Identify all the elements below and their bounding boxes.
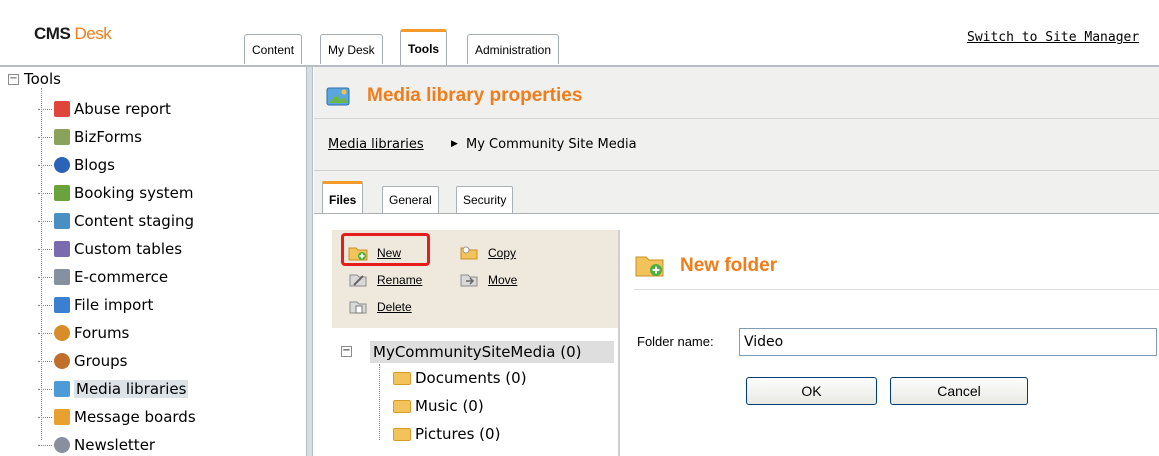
tab-general[interactable]: General bbox=[382, 186, 439, 213]
folder-name-label: Folder name: bbox=[637, 334, 714, 349]
folder-icon bbox=[393, 399, 411, 413]
sidebar-item-booking-system[interactable]: Booking system bbox=[38, 182, 194, 204]
folder-label: Pictures (0) bbox=[415, 425, 501, 443]
sidebar-item-abuse-report[interactable]: Abuse report bbox=[38, 98, 171, 120]
title-divider bbox=[634, 289, 1159, 290]
copy-label: Copy bbox=[488, 246, 517, 260]
folder-label: Documents (0) bbox=[415, 369, 527, 387]
booking-system-icon bbox=[54, 185, 70, 201]
delete-label: Delete bbox=[377, 300, 412, 314]
abuse-report-icon bbox=[54, 101, 70, 117]
sidebar-item-label: Media libraries bbox=[74, 380, 189, 398]
tree-folder-documents[interactable]: Documents (0) bbox=[393, 369, 527, 387]
tree-connector bbox=[41, 88, 42, 440]
message-boards-icon bbox=[54, 409, 70, 425]
folder-label: Music (0) bbox=[415, 397, 484, 415]
tree-folder-pictures[interactable]: Pictures (0) bbox=[393, 425, 500, 443]
rename-label: Rename bbox=[377, 273, 423, 287]
tab-content[interactable]: Content bbox=[244, 34, 303, 64]
copy-icon bbox=[460, 246, 478, 260]
folder-icon bbox=[393, 427, 411, 441]
bizforms-icon bbox=[54, 129, 70, 145]
forums-icon bbox=[54, 325, 70, 341]
tab-my-desk[interactable]: My Desk bbox=[320, 34, 383, 64]
sidebar-item-label: Custom tables bbox=[74, 240, 183, 258]
rename-icon bbox=[349, 274, 367, 287]
switch-to-site-manager-link[interactable]: Switch to Site Manager bbox=[967, 30, 1139, 45]
sidebar-item-custom-tables[interactable]: Custom tables bbox=[38, 238, 183, 260]
sidebar-item-label: Newsletter bbox=[74, 436, 156, 454]
sidebar-item-label: Forums bbox=[74, 324, 130, 342]
groups-icon bbox=[54, 353, 70, 369]
delete-icon bbox=[349, 301, 367, 314]
new-button-highlight bbox=[341, 233, 430, 266]
sidebar-item-blogs[interactable]: Blogs bbox=[38, 154, 115, 176]
rename-button[interactable]: Rename bbox=[348, 271, 422, 289]
breadcrumb bbox=[314, 119, 1159, 171]
collapse-toggle-icon[interactable]: − bbox=[8, 74, 19, 85]
ecommerce-icon bbox=[54, 269, 70, 285]
tree-connector bbox=[379, 364, 380, 440]
sidebar-item-newsletter[interactable]: Newsletter bbox=[38, 434, 156, 456]
sidebar-item-forums[interactable]: Forums bbox=[38, 322, 130, 344]
tab-administration[interactable]: Administration bbox=[467, 34, 560, 64]
folder-name-input[interactable] bbox=[739, 328, 1157, 356]
sidebar-item-content-staging[interactable]: Content staging bbox=[38, 210, 195, 232]
blogs-icon bbox=[54, 157, 70, 173]
tab-security[interactable]: Security bbox=[456, 186, 514, 213]
tree-root-library[interactable]: MyCommunitySiteMedia (0) bbox=[370, 341, 614, 363]
newsletter-icon bbox=[54, 437, 70, 453]
new-folder-title: New folder bbox=[680, 255, 778, 276]
pane-splitter[interactable] bbox=[306, 67, 313, 456]
sidebar-item-label: Message boards bbox=[74, 408, 196, 426]
media-libraries-icon bbox=[54, 381, 70, 397]
sidebar-item-label: BizForms bbox=[74, 128, 142, 146]
sidebar-item-label: File import bbox=[74, 296, 154, 314]
new-folder-icon bbox=[635, 256, 664, 277]
tab-strip bbox=[314, 171, 1159, 213]
breadcrumb-current: My Community Site Media bbox=[466, 137, 637, 152]
collapse-toggle-icon[interactable]: − bbox=[341, 346, 352, 357]
sidebar-item-label: E-commerce bbox=[74, 268, 169, 286]
sidebar-item-groups[interactable]: Groups bbox=[38, 350, 128, 372]
folder-icon bbox=[393, 371, 411, 385]
page-title: Media library properties bbox=[367, 85, 583, 106]
tree-root-label: MyCommunitySiteMedia (0) bbox=[373, 343, 582, 361]
file-import-icon bbox=[54, 297, 70, 313]
content-staging-icon bbox=[54, 213, 70, 229]
move-icon bbox=[460, 274, 478, 287]
sidebar-item-ecommerce[interactable]: E-commerce bbox=[38, 266, 169, 288]
logo-text-cms: CMS bbox=[34, 24, 71, 43]
breadcrumb-arrow-icon: ▶ bbox=[451, 139, 458, 149]
app-logo: CMS Desk bbox=[34, 24, 112, 44]
sidebar-item-file-import[interactable]: File import bbox=[38, 294, 154, 316]
sidebar-item-label: Abuse report bbox=[74, 100, 171, 118]
copy-button[interactable]: Copy bbox=[459, 244, 516, 262]
tab-files[interactable]: Files bbox=[322, 181, 364, 214]
custom-tables-icon bbox=[54, 241, 70, 257]
cancel-button[interactable]: Cancel bbox=[890, 377, 1028, 405]
breadcrumb-link-media-libraries[interactable]: Media libraries bbox=[328, 137, 424, 152]
delete-button[interactable]: Delete bbox=[348, 298, 412, 316]
sidebar-item-label: Blogs bbox=[74, 156, 115, 174]
tree-root-tools[interactable]: Tools bbox=[24, 70, 61, 88]
sidebar-item-label: Groups bbox=[74, 352, 128, 370]
sidebar-item-message-boards[interactable]: Message boards bbox=[38, 406, 196, 428]
sidebar-item-media-libraries[interactable]: Media libraries bbox=[38, 378, 189, 400]
sidebar-item-label: Content staging bbox=[74, 212, 195, 230]
media-library-icon bbox=[326, 87, 350, 106]
tab-tools[interactable]: Tools bbox=[400, 29, 448, 65]
sidebar-item-label: Booking system bbox=[74, 184, 194, 202]
logo-text-desk: Desk bbox=[74, 24, 112, 43]
move-label: Move bbox=[488, 273, 518, 287]
ok-button[interactable]: OK bbox=[746, 377, 877, 405]
panel-splitter[interactable] bbox=[618, 230, 620, 456]
sidebar-item-bizforms[interactable]: BizForms bbox=[38, 126, 142, 148]
move-button[interactable]: Move bbox=[459, 271, 517, 289]
tree-folder-music[interactable]: Music (0) bbox=[393, 397, 484, 415]
